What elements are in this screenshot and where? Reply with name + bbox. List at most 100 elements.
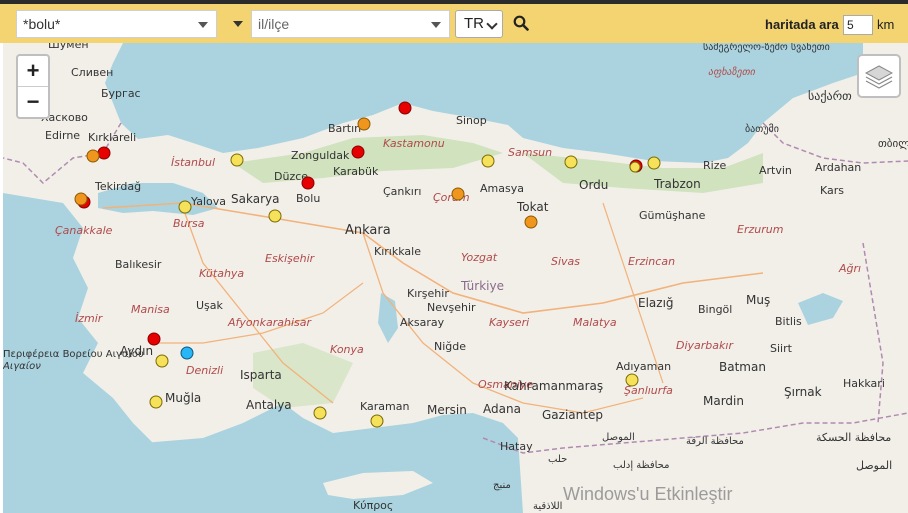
place-label: Çankırı xyxy=(383,185,421,198)
place-label: Denizli xyxy=(186,364,223,377)
place-label: Konya xyxy=(330,343,364,356)
place-label: Mersin xyxy=(427,403,467,417)
place-label: Erzincan xyxy=(628,255,675,268)
marker-yellow[interactable] xyxy=(230,153,244,167)
marker-orange[interactable] xyxy=(451,187,465,201)
place-label: Yozgat xyxy=(461,251,498,264)
place-label: الموصل xyxy=(602,432,635,443)
place-label: Kahramanmaraş xyxy=(504,379,603,393)
marker-yellow[interactable] xyxy=(178,200,192,214)
windows-activation-watermark: Windows'u Etkinleştir xyxy=(563,484,733,504)
marker-orange[interactable] xyxy=(86,149,100,163)
marker-yellow[interactable] xyxy=(155,354,169,368)
search-toolbar: *bolu* il/ilçe TR haritada ara : 5 km xyxy=(0,4,908,43)
marker-yellow[interactable] xyxy=(647,156,661,170)
district-select[interactable]: il/ilçe xyxy=(251,10,450,38)
place-label: Adana xyxy=(483,402,521,416)
chevron-down-icon xyxy=(486,18,498,30)
zoom-control: + − xyxy=(16,54,50,119)
place-label: Tekirdağ xyxy=(94,180,141,193)
marker-red[interactable] xyxy=(301,176,315,190)
place-label: Amasya xyxy=(480,182,524,195)
layers-button[interactable] xyxy=(857,54,901,98)
chevron-down-icon xyxy=(198,22,208,28)
marker-orange[interactable] xyxy=(357,117,371,131)
marker-yellow[interactable] xyxy=(149,395,163,409)
place-label: Çanakkale xyxy=(55,224,113,237)
place-label: Hakkari xyxy=(843,377,885,390)
marker-red[interactable] xyxy=(351,145,365,159)
place-label: İzmir xyxy=(75,312,104,325)
layers-icon xyxy=(864,65,894,89)
place-label: Ağrı xyxy=(838,262,861,275)
marker-yellow[interactable] xyxy=(268,209,282,223)
place-label: اللاذقية xyxy=(533,501,562,512)
place-label: Muğla xyxy=(165,391,201,405)
place-label: Sinop xyxy=(456,114,487,127)
place-label: Gümüşhane xyxy=(639,209,706,222)
place-label: محافظة الرقة xyxy=(686,436,744,447)
place-label: ბათუმი xyxy=(745,123,779,135)
place-label: Nevşehir xyxy=(427,301,476,314)
marker-red[interactable] xyxy=(147,332,161,346)
place-label: Sivas xyxy=(551,255,580,268)
marker-yellow[interactable] xyxy=(481,154,495,168)
place-search-select[interactable]: *bolu* xyxy=(16,10,217,38)
place-label: Uşak xyxy=(196,299,224,312)
language-value: TR xyxy=(464,15,484,32)
place-label: Bursa xyxy=(173,217,205,230)
place-label: Karaman xyxy=(360,400,409,413)
language-select[interactable]: TR xyxy=(455,10,503,38)
marker-yellow[interactable] xyxy=(629,161,641,173)
place-label: Aksaray xyxy=(400,316,445,329)
place-label: حلب xyxy=(548,454,567,465)
marker-red[interactable] xyxy=(97,146,111,160)
zoom-in-button[interactable]: + xyxy=(18,56,48,86)
place-label: Türkiye xyxy=(460,279,504,293)
place-label: Шумен xyxy=(48,43,89,51)
place-label: Malatya xyxy=(573,316,617,329)
place-label: Tokat xyxy=(516,200,549,214)
place-label: Sakarya xyxy=(231,192,279,206)
radius-input[interactable]: 5 xyxy=(843,15,873,35)
place-label: Сливен xyxy=(71,66,113,79)
place-label: İstanbul xyxy=(171,156,215,169)
marker-yellow[interactable] xyxy=(564,155,578,169)
marker-yellow[interactable] xyxy=(313,406,327,420)
marker-yellow[interactable] xyxy=(625,373,639,387)
map-view[interactable]: Шумен Сливен Бургас Хасково Kırklareli E… xyxy=(3,43,908,513)
place-label: Manisa xyxy=(131,303,170,316)
place-label: Trabzon xyxy=(653,177,701,191)
place-label: محافظة الحسكة xyxy=(816,431,891,444)
marker-orange[interactable] xyxy=(74,192,88,206)
place-label: Diyarbakır xyxy=(676,339,734,352)
place-label: Κύπρος xyxy=(353,499,393,512)
marker-blue[interactable] xyxy=(180,346,194,360)
place-label: Бургас xyxy=(101,87,141,100)
place-label: Kastamonu xyxy=(383,137,445,150)
radius-unit: km xyxy=(877,17,895,32)
place-label: Eskişehir xyxy=(265,252,316,265)
place-label: Siirt xyxy=(770,342,793,355)
place-label: Ordu xyxy=(579,178,608,192)
place-label: სამეგრელო-ზემო სვანეთი xyxy=(703,43,830,53)
place-label: Adıyaman xyxy=(616,360,671,373)
place-label: Karabük xyxy=(333,165,379,178)
place-label: Αιγαίον xyxy=(3,360,41,372)
map-canvas[interactable]: Шумен Сливен Бургас Хасково Kırklareli E… xyxy=(3,43,908,513)
zoom-out-button[interactable]: − xyxy=(18,87,48,117)
place-label: Bartın xyxy=(328,122,361,135)
place-label: Bolu xyxy=(296,192,320,205)
dropdown-toggle-icon[interactable] xyxy=(233,21,243,27)
marker-red[interactable] xyxy=(398,101,412,115)
place-label: Ankara xyxy=(345,223,391,238)
marker-orange[interactable] xyxy=(524,215,538,229)
place-label: Kütahya xyxy=(199,267,244,280)
marker-yellow[interactable] xyxy=(370,414,384,428)
search-icon[interactable] xyxy=(513,15,529,31)
place-label: الموصل xyxy=(856,459,892,472)
place-label: Bingöl xyxy=(698,303,732,316)
place-label: Kayseri xyxy=(489,316,529,329)
place-label: Artvin xyxy=(759,164,792,177)
place-label: Ardahan xyxy=(815,161,861,174)
